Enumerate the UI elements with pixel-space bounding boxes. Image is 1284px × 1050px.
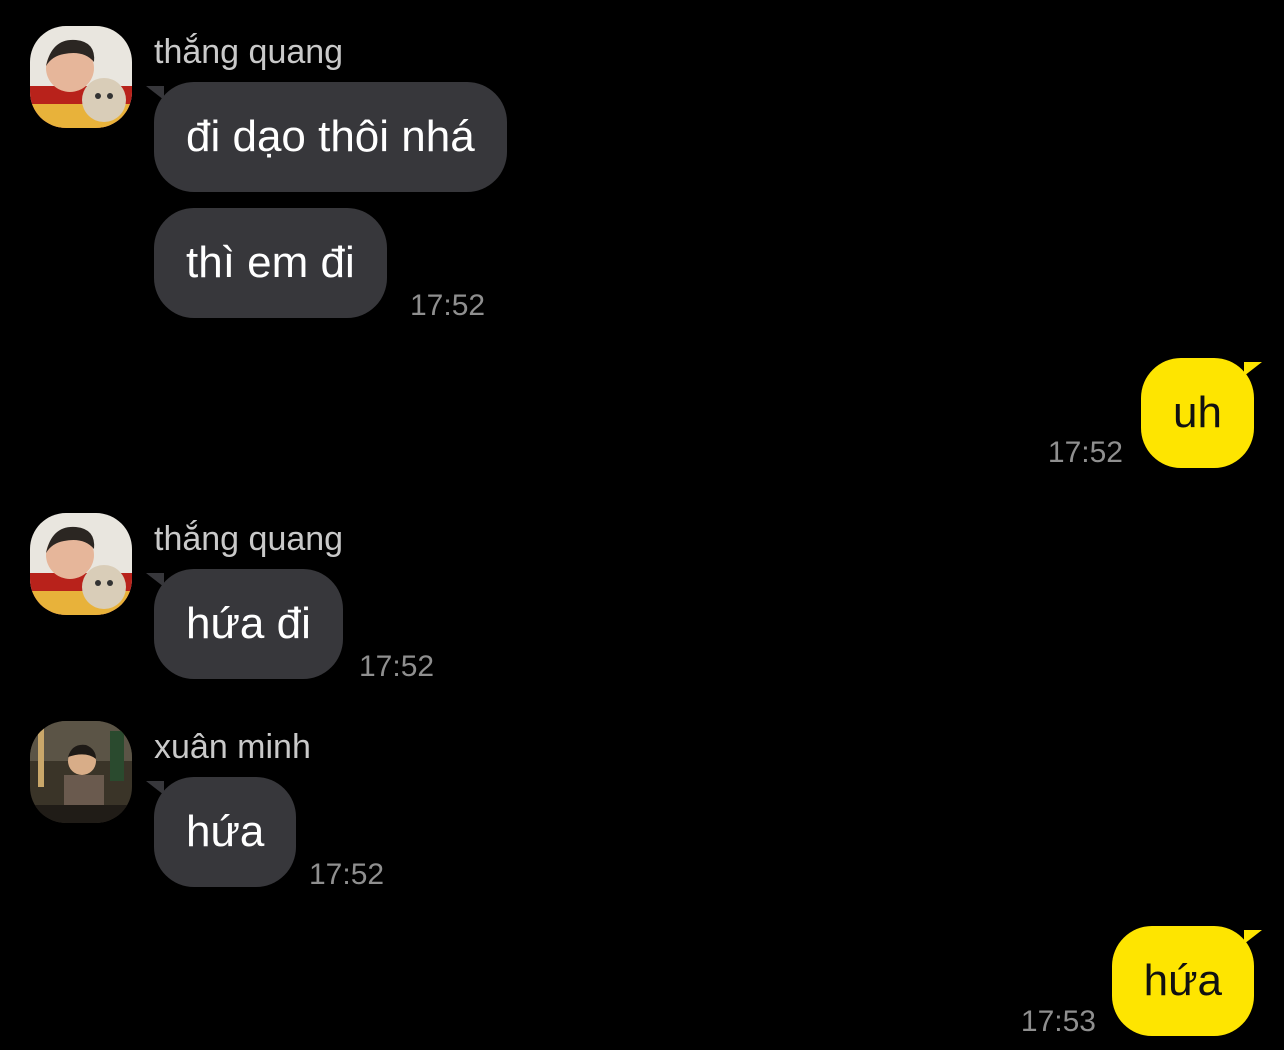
- message-time: 17:52: [359, 650, 435, 683]
- message-time: 17:53: [1020, 1005, 1096, 1038]
- avatar[interactable]: [30, 513, 132, 615]
- message-time: 17:52: [309, 858, 385, 891]
- message-time: 17:52: [1047, 436, 1123, 469]
- message-bubble[interactable]: hứa đi: [154, 569, 343, 679]
- message-bubble[interactable]: thì em đi: [154, 208, 387, 318]
- sender-name: xuân minh: [154, 728, 311, 766]
- message-bubble[interactable]: hứa: [154, 777, 297, 887]
- message-bubble-outgoing[interactable]: uh: [1141, 358, 1254, 468]
- message-bubble[interactable]: đi dạo thôi nhá: [154, 82, 507, 192]
- avatar[interactable]: [30, 721, 132, 823]
- message-time: 17:52: [410, 289, 486, 322]
- bubble-tail: [1244, 362, 1262, 376]
- avatar[interactable]: [30, 26, 132, 128]
- sender-name: thắng quang: [154, 520, 344, 558]
- bubble-tail: [1244, 930, 1262, 944]
- message-bubble-outgoing[interactable]: hứa: [1111, 926, 1254, 1036]
- sender-name: thắng quang: [154, 33, 344, 71]
